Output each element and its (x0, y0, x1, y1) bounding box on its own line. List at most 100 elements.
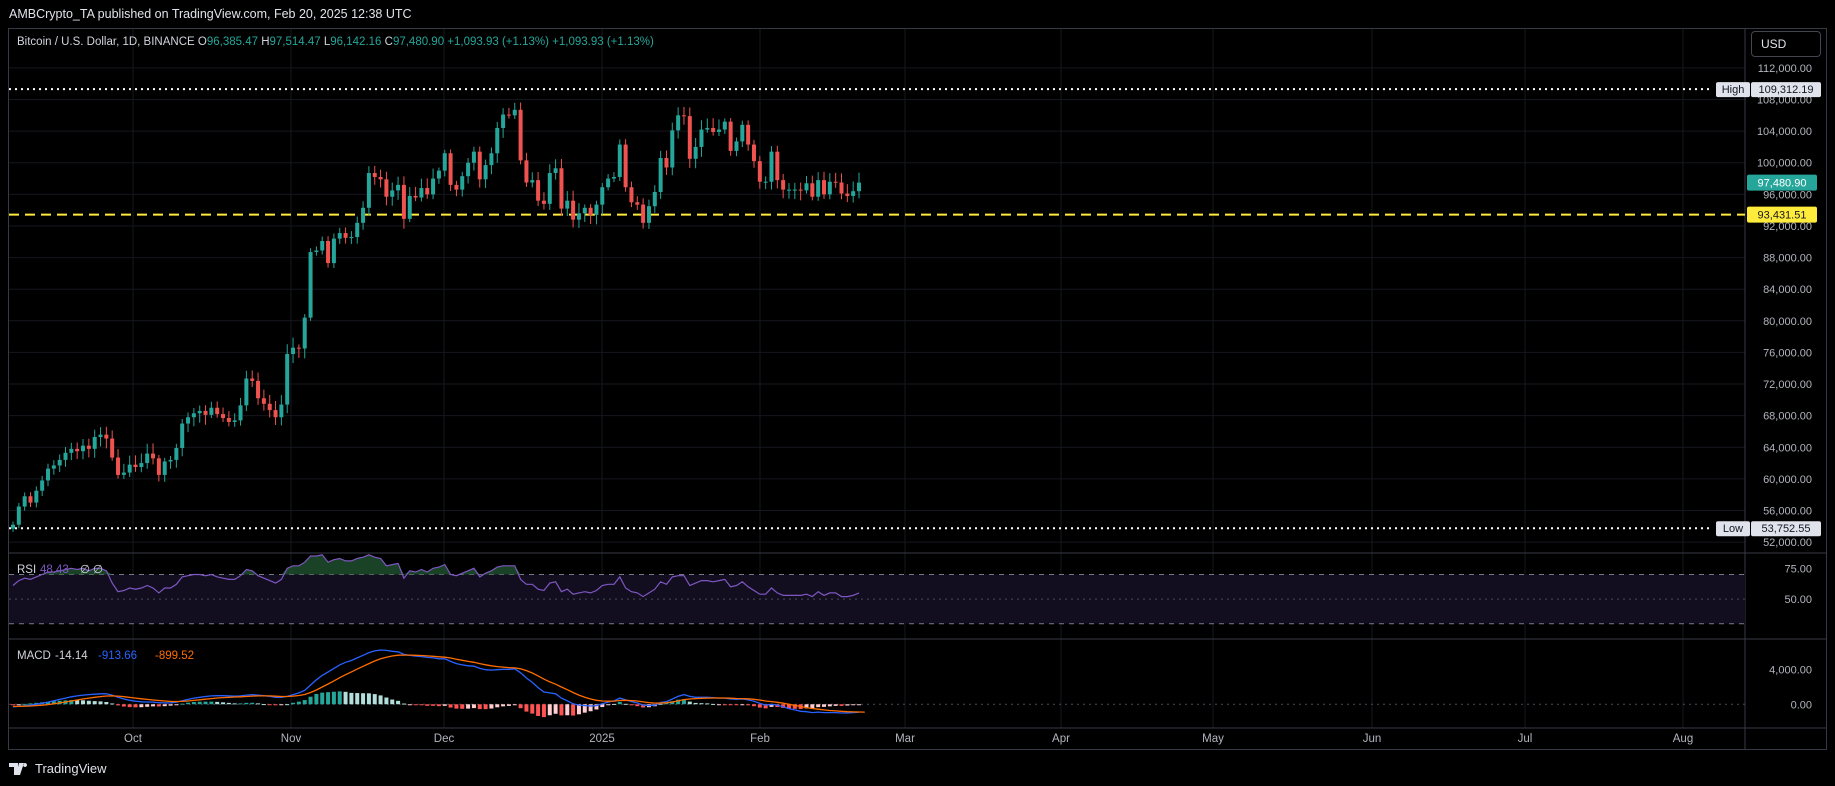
currency-button[interactable]: USD (1751, 31, 1821, 57)
tradingview-logo-icon (9, 762, 28, 775)
candle-body (162, 461, 167, 475)
candle-body (611, 176, 616, 179)
macd-histogram-bar (734, 704, 739, 706)
candle-body (769, 151, 774, 182)
candle-body (81, 445, 86, 452)
macd-histogram-bar (857, 704, 861, 706)
candle-body (646, 206, 651, 223)
candle-body (390, 190, 395, 197)
candle-body (606, 178, 611, 188)
macd-histogram-bar (442, 704, 447, 706)
macd-histogram-bar (728, 704, 733, 706)
candle-body (425, 188, 430, 195)
candle-body (635, 202, 640, 205)
candle-body (110, 438, 115, 458)
candle-body (798, 189, 803, 191)
macd-histogram-bar (232, 703, 237, 705)
macd-histogram-bar (466, 704, 471, 709)
macd-histogram-bar (226, 702, 231, 705)
candle-body (623, 144, 628, 188)
macd-histogram-bar (687, 701, 692, 705)
macd-histogram-bar (536, 704, 541, 716)
macd-histogram-bar (477, 704, 482, 710)
candle-body (279, 404, 284, 418)
macd-histogram-bar (197, 701, 202, 705)
candle-body (699, 129, 704, 147)
price-tick-label: 92,000.00 (1763, 221, 1812, 233)
macd-histogram-bar (361, 693, 366, 705)
macd-histogram-bar (121, 704, 126, 707)
rsi-title: RSI (17, 564, 36, 576)
candle-body (98, 434, 103, 437)
footer: TradingView (0, 750, 1835, 786)
candle-body (16, 506, 21, 525)
macd-histogram-bar (180, 703, 185, 705)
macd-histogram-bar (425, 704, 430, 706)
candle-body (226, 418, 231, 422)
candle-body (291, 347, 296, 354)
macd-histogram-bar (191, 701, 196, 705)
macd-histogram-bar (267, 704, 272, 706)
high-label: High (1722, 84, 1745, 96)
price-tick-label: 84,000.00 (1763, 284, 1812, 296)
chart-canvas[interactable]: 52,000.00 56,000.00 60,000.00 64,000.00 68,0… (0, 0, 1835, 786)
candle-body (477, 151, 482, 180)
candle-body (431, 178, 436, 195)
candle-body (209, 407, 214, 415)
open-value: 96,385.47 (207, 36, 261, 48)
macd-histogram-bar (244, 702, 249, 705)
candle-body (413, 195, 418, 198)
candle-body (337, 233, 342, 239)
macd-histogram-bar (541, 704, 546, 718)
macd-histogram-bar (372, 694, 377, 705)
candle-body (804, 183, 809, 191)
candle-body (711, 127, 716, 132)
macd-histogram-bar (460, 704, 465, 709)
macd-histogram-bar (390, 699, 395, 705)
macd-histogram-bar (565, 704, 570, 716)
candle-body (343, 233, 348, 238)
macd-histogram-bar (699, 703, 704, 705)
macd-histogram-bar (110, 703, 115, 705)
macd-value: -913.66 (98, 650, 137, 662)
macd-histogram-bar (250, 702, 255, 705)
price-tick-label: 56,000.00 (1763, 505, 1812, 517)
macd-histogram-bar (606, 704, 611, 706)
candle-body (763, 181, 768, 183)
macd-signal-value: -899.52 (155, 650, 194, 662)
candle-body (92, 436, 97, 449)
macd-histogram-bar (471, 704, 476, 709)
low-value: 53,752.55 (1762, 523, 1811, 535)
macd-histogram-bar (658, 703, 663, 705)
macd-histogram-bar (366, 693, 371, 705)
candle-body (588, 207, 593, 215)
candle-body (845, 193, 850, 196)
macd-histogram-bar (116, 704, 121, 706)
macd-histogram-bar (611, 703, 616, 705)
candle-body (419, 188, 424, 198)
candle-body (565, 200, 570, 209)
time-tick-label: Aug (1673, 733, 1693, 745)
macd-histogram-bar (623, 703, 628, 705)
candle-body (746, 124, 751, 145)
macd-histogram-bar (436, 704, 441, 707)
candle-body (232, 420, 237, 422)
macd-histogram-bar (127, 704, 132, 708)
candle-body (121, 472, 126, 475)
macd-signal-line (13, 654, 865, 713)
macd-histogram-bar (215, 701, 220, 705)
macd-histogram-bar (326, 692, 331, 705)
macd-histogram-bar (816, 704, 821, 708)
candle-body (792, 189, 797, 191)
low-label: Low (1723, 523, 1743, 535)
macd-histogram-bar (419, 704, 424, 706)
macd-histogram-bar (256, 703, 261, 705)
candle-body (86, 445, 91, 449)
macd-histogram-bar (571, 704, 576, 716)
candle-body (116, 457, 121, 475)
tradingview-logo[interactable]: TradingView (9, 761, 107, 776)
candle-body (372, 173, 377, 177)
candle-body (104, 434, 109, 439)
macd-histogram-bar (162, 704, 167, 707)
candle-body (250, 378, 255, 381)
